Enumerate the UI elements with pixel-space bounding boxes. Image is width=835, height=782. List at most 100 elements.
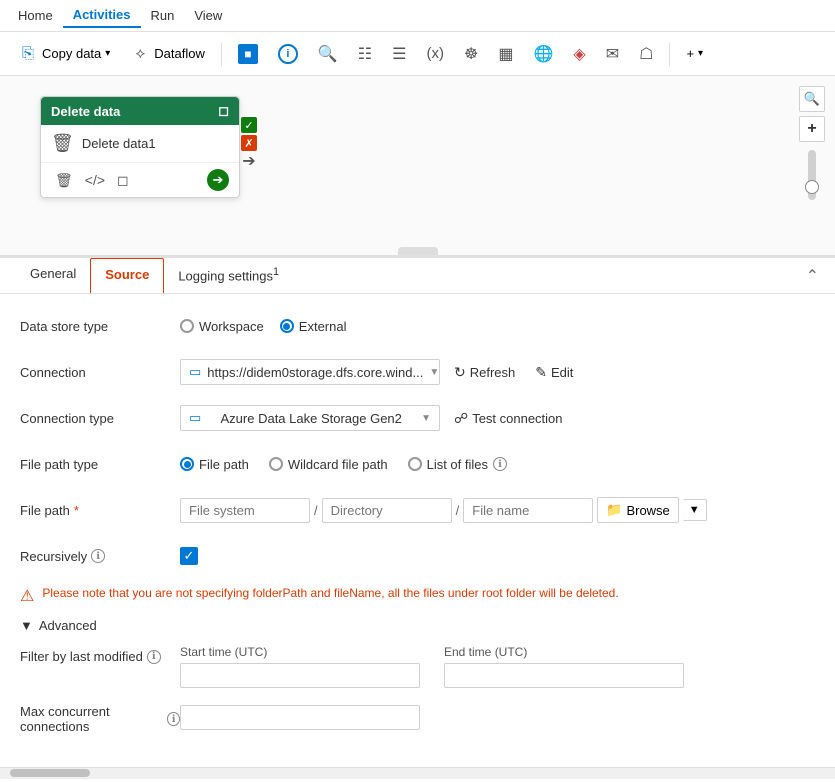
filter-label: Filter by last modified ℹ (20, 645, 180, 664)
toolbar-icon-btn-3[interactable]: 🔍 (310, 40, 346, 68)
data-store-type-row: Data store type Workspace External (20, 310, 815, 342)
node-header-title: Delete data (51, 104, 120, 119)
tab-source[interactable]: Source (90, 258, 164, 293)
data-store-type-control: Workspace External (180, 319, 815, 334)
listoffiles-info-icon[interactable]: ℹ (493, 457, 507, 471)
toolbar-icon-btn-12[interactable]: ☖ (631, 40, 661, 68)
node-delete-btn[interactable]: 🗑 (51, 170, 77, 191)
path-sep-1: / (314, 503, 318, 518)
filter-info-icon[interactable]: ℹ (147, 650, 161, 664)
toolbar-icon-btn-11[interactable]: ✉ (598, 40, 627, 68)
node-body: 🗑 Delete data1 (41, 125, 239, 163)
panel-collapse-btn[interactable]: ⌃ (806, 266, 819, 286)
toolbar-icon-btn-6[interactable]: (x) (418, 41, 452, 66)
connection-type-label: Connection type (20, 411, 180, 426)
radio-filepath[interactable]: File path (180, 457, 249, 472)
browse-button[interactable]: 📁 Browse (597, 497, 679, 523)
menu-home[interactable]: Home (8, 4, 63, 27)
recursively-control: ✓ (180, 547, 815, 565)
dataflow-icon: ⟡ (130, 44, 150, 64)
max-conn-row: Max concurrent connections ℹ (20, 700, 815, 734)
menu-activities[interactable]: Activities (63, 3, 141, 28)
zoom-indicator (808, 150, 816, 200)
max-conn-label-text: Max concurrent connections (20, 704, 163, 734)
radio-listoffiles-circle (408, 457, 422, 471)
copy-data-icon: ⎘ (18, 44, 38, 64)
max-conn-input[interactable] (180, 705, 420, 730)
warning-text: Please note that you are not specifying … (42, 586, 618, 600)
connection-control: ▭ https://didem0storage.dfs.core.wind...… (180, 359, 815, 385)
radio-external[interactable]: External (280, 319, 347, 334)
toolbar-icon-btn-2[interactable]: i (270, 40, 306, 68)
plus-button[interactable]: + ▾ (678, 42, 711, 65)
radio-wildcard[interactable]: Wildcard file path (269, 457, 388, 472)
horizontal-scrollbar[interactable] (0, 767, 835, 779)
browse-dropdown-btn[interactable]: ▼ (683, 499, 707, 521)
file-system-input[interactable] (180, 498, 310, 523)
tab-general[interactable]: General (16, 258, 90, 293)
node-next-btn[interactable]: ➔ (207, 169, 229, 191)
select-dropdown-icon: ▼ (421, 413, 431, 424)
plus-label: + (686, 46, 694, 61)
toolbar-icon-btn-10[interactable]: ◈ (565, 40, 593, 68)
connection-value: https://didem0storage.dfs.core.wind... (207, 365, 423, 380)
toolbar-divider-1 (221, 42, 222, 66)
file-path-required: * (74, 503, 79, 518)
advanced-label: Advanced (39, 618, 97, 633)
test-connection-icon: ☍ (454, 410, 468, 427)
panel-collapse-handle[interactable] (398, 247, 438, 255)
toolbar-icon-btn-7[interactable]: ☸ (456, 40, 486, 68)
external-label: External (299, 319, 347, 334)
listoffiles-option-label: List of files (427, 457, 488, 472)
data-store-type-label: Data store type (20, 319, 180, 334)
filter-row: Filter by last modified ℹ Start time (UT… (20, 645, 815, 688)
toolbar-icon-btn-5[interactable]: ☰ (384, 40, 414, 68)
refresh-icon: ↻ (454, 364, 466, 381)
end-time-label: End time (UTC) (444, 645, 684, 659)
node-code-btn[interactable]: </> (81, 170, 109, 190)
plus-dropdown-icon: ▾ (698, 48, 703, 59)
indicator-red: ✗ (241, 135, 257, 151)
end-time-group: End time (UTC) (444, 645, 684, 688)
recursively-info-icon[interactable]: ℹ (91, 549, 105, 563)
edit-button[interactable]: ✎ Edit (529, 360, 579, 385)
connection-input[interactable]: ▭ https://didem0storage.dfs.core.wind...… (180, 359, 440, 385)
file-path-type-control: File path Wildcard file path List of fil… (180, 457, 815, 472)
filter-inputs: Start time (UTC) End time (UTC) (180, 645, 815, 688)
filter-by-label-text: Filter by last modified (20, 649, 143, 664)
dataflow-button[interactable]: ⟡ Dataflow (122, 40, 213, 68)
menu-run[interactable]: Run (141, 4, 185, 27)
max-conn-info-icon[interactable]: ℹ (167, 712, 180, 726)
menu-view[interactable]: View (184, 4, 232, 27)
radio-wildcard-circle (269, 457, 283, 471)
file-name-input[interactable] (463, 498, 593, 523)
test-connection-button[interactable]: ☍ Test connection (448, 406, 569, 431)
toolbar-icon-btn-9[interactable]: 🌐 (525, 40, 561, 68)
toolbar-icon-btn-4[interactable]: ☷ (350, 40, 380, 68)
recursively-checkbox[interactable]: ✓ (180, 547, 198, 565)
tab-logging[interactable]: Logging settings1 (164, 258, 293, 293)
canvas-search-btn[interactable]: 🔍 (799, 86, 825, 112)
radio-listoffiles[interactable]: List of files ℹ (408, 457, 507, 472)
scrollbar-thumb[interactable] (10, 769, 90, 777)
file-path-type-row: File path type File path Wildcard file p… (20, 448, 815, 480)
toolbar-icon-btn-8[interactable]: ▦ (490, 40, 521, 68)
radio-filepath-circle (180, 457, 194, 471)
node-copy-btn[interactable]: ◻ (113, 170, 133, 191)
tab-logging-superscript: 1 (273, 266, 279, 278)
zoom-handle[interactable] (805, 180, 819, 194)
test-connection-label: Test connection (472, 411, 562, 426)
connection-dropdown-icon: ▼ (429, 367, 439, 378)
end-time-input[interactable] (444, 663, 684, 688)
toolbar-icon-btn-1[interactable]: ■ (230, 40, 266, 68)
recursively-label-text: Recursively (20, 549, 87, 564)
connection-type-select[interactable]: ▭ Azure Data Lake Storage Gen2 ▼ (180, 405, 440, 431)
advanced-toggle[interactable]: ▼ Advanced (20, 618, 815, 633)
copy-data-button[interactable]: ⎘ Copy data ▾ (10, 40, 118, 68)
start-time-input[interactable] (180, 663, 420, 688)
directory-input[interactable] (322, 498, 452, 523)
connection-db-icon: ▭ (189, 364, 201, 380)
radio-workspace[interactable]: Workspace (180, 319, 264, 334)
refresh-button[interactable]: ↻ Refresh (448, 360, 521, 385)
canvas-zoom-in-btn[interactable]: + (799, 116, 825, 142)
